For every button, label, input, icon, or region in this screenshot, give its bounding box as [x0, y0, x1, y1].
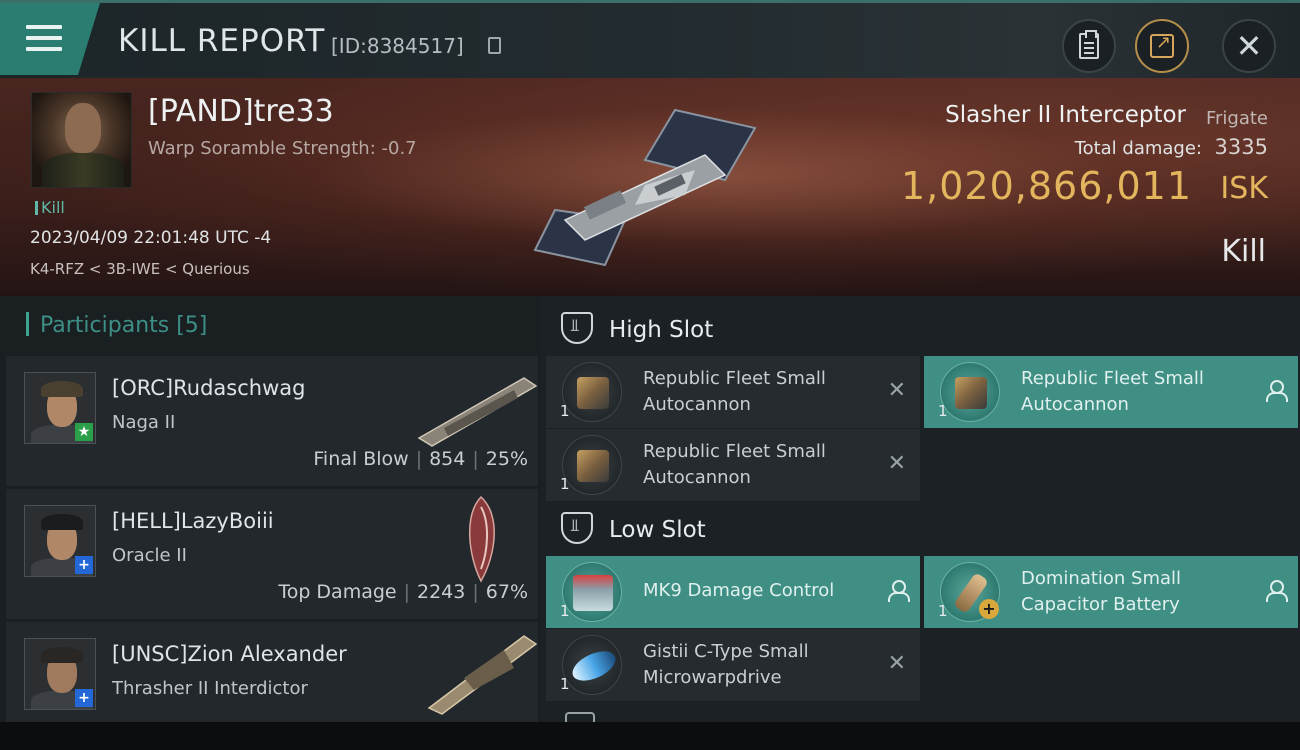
destroyed-icon: ✕ — [887, 378, 906, 403]
total-damage-value: 3335 — [1214, 135, 1268, 159]
module-item[interactable]: + 1 Domination Small Capacitor Battery — [924, 556, 1298, 628]
person-icon — [1266, 380, 1288, 402]
slot-icon — [561, 512, 593, 544]
plus-icon: + — [75, 689, 93, 707]
module-name: Gistii C-Type Small Microwarpdrive — [643, 641, 809, 688]
high-slot-header: High Slot — [561, 312, 713, 344]
participant-damage: 854 — [429, 448, 466, 470]
isk-unit: ISK — [1220, 171, 1268, 206]
module-item[interactable]: 1 Republic Fleet Small Autocannon — [924, 356, 1298, 428]
module-quantity: 1 — [938, 602, 948, 620]
bottom-bar — [0, 722, 1300, 750]
report-id: [ID:8384517] — [331, 34, 464, 58]
close-icon: ✕ — [1235, 27, 1263, 65]
module-quantity: 1 — [560, 402, 570, 420]
participant-role: Final Blow — [313, 448, 409, 470]
participant-portrait: ★ — [24, 372, 96, 444]
module-item[interactable]: 1 Republic Fleet Small Autocannon ✕ — [546, 356, 920, 428]
microwarpdrive-icon — [562, 635, 622, 695]
participant-percent: 25% — [485, 448, 528, 470]
capacitor-battery-icon: + — [940, 562, 1000, 622]
participant-ship: Thrasher II Interdictor — [112, 678, 308, 699]
total-damage-label: Total damage: — [1074, 138, 1202, 159]
top-bar: KILL REPORT [ID:8384517] ✕ — [0, 0, 1300, 78]
module-name: Republic Fleet Small Autocannon — [643, 368, 826, 415]
module-item[interactable]: 1 Gistii C-Type Small Microwarpdrive ✕ — [546, 629, 920, 701]
clipboard-button[interactable] — [1062, 19, 1116, 73]
share-button[interactable] — [1135, 19, 1189, 73]
damage-control-icon — [562, 562, 622, 622]
participant-damage: 2243 — [417, 581, 466, 603]
participant-row[interactable]: ★ [ORC]Rudaschwag Naga II Final Blow | 854… — [6, 356, 538, 486]
plus-icon: + — [75, 556, 93, 574]
participant-row[interactable]: + [HELL]LazyBoiii Oracle II Top Damage | 2… — [6, 489, 538, 619]
result-label: Kill — [1221, 234, 1266, 269]
victim-ship-image — [533, 108, 757, 267]
victim-ship-name[interactable]: Slasher II Interceptor — [945, 102, 1186, 128]
module-quantity: 1 — [560, 475, 570, 493]
kill-location[interactable]: K4-RFZ < 3B-IWE < Querious — [30, 260, 250, 278]
participant-ship: Oracle II — [112, 545, 187, 566]
participant-ship-image — [417, 377, 538, 447]
close-button[interactable]: ✕ — [1222, 19, 1276, 73]
participant-stats: Top Damage | 2243 | 67% — [278, 581, 528, 603]
module-quantity: 1 — [560, 602, 570, 620]
victim-portrait[interactable] — [31, 92, 132, 188]
fitting-panel: High Slot 1 Republic Fleet Small Autocan… — [541, 296, 1300, 750]
slot-icon — [561, 312, 593, 344]
victim-name[interactable]: [PAND]tre33 — [148, 94, 334, 129]
victim-banner: [PAND]tre33 Warp Soramble Strength: -0.7… — [0, 78, 1300, 296]
module-quantity: 1 — [560, 675, 570, 693]
share-icon — [1150, 32, 1174, 58]
copy-icon[interactable] — [488, 37, 501, 54]
kill-tag: Kill — [35, 198, 65, 217]
participant-name: [UNSC]Zion Alexander — [112, 642, 347, 666]
plus-icon: + — [979, 599, 999, 619]
participant-portrait: + — [24, 505, 96, 577]
participants-panel: Participants [5] ★ [ORC]Rudaschwag Naga … — [0, 296, 541, 750]
participant-ship: Naga II — [112, 412, 176, 433]
menu-icon — [26, 25, 62, 53]
person-icon — [1266, 580, 1288, 602]
destroyed-icon: ✕ — [887, 651, 906, 676]
person-icon — [888, 580, 910, 602]
clipboard-icon — [1079, 30, 1099, 59]
participant-name: [HELL]LazyBoiii — [112, 509, 274, 533]
participant-percent: 67% — [485, 581, 528, 603]
high-slot-label: High Slot — [609, 317, 714, 343]
module-item[interactable]: 1 MK9 Damage Control — [546, 556, 920, 628]
module-quantity: 1 — [938, 402, 948, 420]
participant-stats: Final Blow | 854 | 25% — [313, 448, 528, 470]
module-name: MK9 Damage Control — [643, 580, 835, 601]
star-icon: ★ — [75, 423, 93, 441]
module-name: Republic Fleet Small Autocannon — [643, 441, 826, 488]
destroyed-icon: ✕ — [887, 451, 906, 476]
module-name: Republic Fleet Small Autocannon — [1021, 368, 1204, 415]
participants-header[interactable]: Participants [5] — [26, 312, 207, 338]
participant-role: Top Damage — [278, 581, 397, 603]
victim-ship-class: Frigate — [1205, 108, 1268, 129]
isk-value: 1,020,866,011 — [900, 164, 1192, 208]
participant-ship-image — [427, 635, 538, 715]
menu-button[interactable] — [0, 3, 100, 75]
participant-ship-image — [469, 495, 495, 583]
module-name: Domination Small Capacitor Battery — [1021, 568, 1182, 615]
module-item[interactable]: 1 Republic Fleet Small Autocannon ✕ — [546, 429, 920, 501]
kill-timestamp: 2023/04/09 22:01:48 UTC -4 — [30, 228, 272, 248]
participant-portrait: + — [24, 638, 96, 710]
warp-scramble-strength: Warp Soramble Strength: -0.7 — [148, 138, 417, 159]
autocannon-icon — [562, 435, 622, 495]
low-slot-label: Low Slot — [609, 517, 706, 543]
participant-name: [ORC]Rudaschwag — [112, 376, 306, 400]
page-title: KILL REPORT — [118, 23, 326, 59]
low-slot-header: Low Slot — [561, 512, 706, 544]
autocannon-icon — [562, 362, 622, 422]
autocannon-icon — [940, 362, 1000, 422]
